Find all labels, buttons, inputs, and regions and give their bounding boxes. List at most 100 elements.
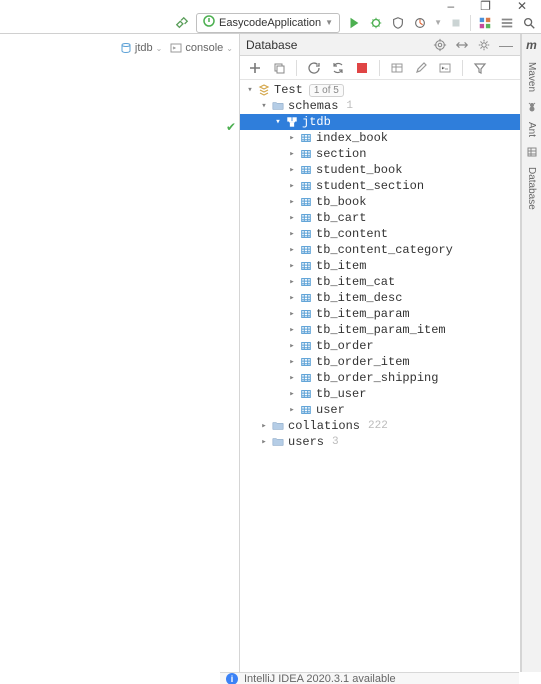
chevron-right-icon: ▸ bbox=[286, 245, 298, 255]
tree-table-label: tb_cart bbox=[316, 211, 366, 225]
tree-table-label: student_book bbox=[316, 163, 402, 177]
build-hammer-icon[interactable] bbox=[174, 15, 190, 31]
add-icon[interactable] bbox=[246, 59, 264, 77]
stop-icon[interactable] bbox=[353, 59, 371, 77]
search-icon[interactable] bbox=[521, 15, 537, 31]
tree-table[interactable]: ▸tb_order_item bbox=[240, 354, 520, 370]
left-panel: jtdb ⌄ console ⌄ ✔ bbox=[0, 34, 240, 672]
ant-tab[interactable]: Ant bbox=[526, 118, 537, 141]
database-icon[interactable] bbox=[525, 145, 539, 159]
tree-table[interactable]: ▸user bbox=[240, 402, 520, 418]
chevron-right-icon: ▸ bbox=[286, 165, 298, 175]
database-panel: Database — bbox=[240, 34, 521, 672]
maven-tab[interactable]: Maven bbox=[526, 58, 537, 96]
minimize-button[interactable]: – bbox=[447, 0, 454, 12]
chevron-right-icon: ▸ bbox=[258, 421, 270, 431]
tree-collations-label: collations bbox=[288, 419, 360, 433]
tree-table[interactable]: ▸section bbox=[240, 146, 520, 162]
tree-schema-label: jtdb bbox=[302, 115, 331, 129]
tree-table[interactable]: ▸tb_item_param bbox=[240, 306, 520, 322]
table-icon bbox=[298, 387, 314, 401]
tree-table[interactable]: ▸ student_book bbox=[240, 162, 520, 178]
chevron-down-icon: ⌄ bbox=[156, 44, 163, 53]
database-tab[interactable]: Database bbox=[526, 163, 537, 214]
chevron-down-icon: ▼ bbox=[325, 18, 333, 27]
tree-table[interactable]: ▸tb_content_category bbox=[240, 242, 520, 258]
tree-table-label: user bbox=[316, 403, 345, 417]
git-branch-icon[interactable] bbox=[477, 15, 493, 31]
edit-icon[interactable] bbox=[412, 59, 430, 77]
tree-table[interactable]: ▸tb_cart bbox=[240, 210, 520, 226]
jtdb-tab-label: jtdb bbox=[135, 42, 153, 54]
database-tree[interactable]: ▾ Test 1 of 5 ▾ schemas 1 ▾ bbox=[240, 80, 520, 672]
schema-icon bbox=[284, 115, 300, 129]
run-button[interactable] bbox=[346, 15, 362, 31]
tree-table[interactable]: ▸tb_book bbox=[240, 194, 520, 210]
chevron-down-icon: ▾ bbox=[258, 101, 270, 111]
tree-table[interactable]: ▸index_book bbox=[240, 130, 520, 146]
table-view-icon[interactable] bbox=[388, 59, 406, 77]
tree-collations-count: 222 bbox=[368, 420, 388, 432]
tree-table[interactable]: ▸tb_item bbox=[240, 258, 520, 274]
tree-collations[interactable]: ▸ collations 222 bbox=[240, 418, 520, 434]
duplicate-icon[interactable] bbox=[270, 59, 288, 77]
settings-icon[interactable] bbox=[499, 15, 515, 31]
tree-table[interactable]: ▸tb_item_desc bbox=[240, 290, 520, 306]
tree-table-label: student_section bbox=[316, 179, 424, 193]
maven-icon[interactable]: m bbox=[526, 36, 537, 54]
tree-root[interactable]: ▾ Test 1 of 5 bbox=[240, 82, 520, 98]
notification-text: IntelliJ IDEA 2020.3.1 available bbox=[244, 673, 396, 684]
tree-table[interactable]: ▸student_section bbox=[240, 178, 520, 194]
stop-button[interactable] bbox=[448, 15, 464, 31]
tree-table[interactable]: ▸tb_order_shipping bbox=[240, 370, 520, 386]
tree-users[interactable]: ▸ users 3 bbox=[240, 434, 520, 450]
chevron-down-icon: ⌄ bbox=[226, 44, 233, 53]
close-button[interactable]: ✕ bbox=[517, 0, 527, 12]
tree-table-label: tb_item_desc bbox=[316, 291, 402, 305]
run-configuration-selector[interactable]: EasycodeApplication ▼ bbox=[196, 13, 340, 33]
table-icon bbox=[298, 339, 314, 353]
console-tab[interactable]: console ⌄ bbox=[170, 42, 233, 54]
folder-icon bbox=[270, 99, 286, 113]
refresh-icon[interactable] bbox=[305, 59, 323, 77]
chevron-down-icon: ▾ bbox=[244, 85, 256, 95]
filter-icon[interactable] bbox=[471, 59, 489, 77]
tree-schemas-label: schemas bbox=[288, 99, 338, 113]
gear-icon[interactable] bbox=[476, 37, 492, 53]
table-icon bbox=[298, 243, 314, 257]
hide-icon[interactable]: — bbox=[498, 37, 514, 53]
table-icon bbox=[298, 259, 314, 273]
tree-schemas-count: 1 bbox=[346, 100, 353, 112]
tree-schema-jtdb[interactable]: ▾ jtdb bbox=[240, 114, 520, 130]
chevron-right-icon: ▸ bbox=[286, 357, 298, 367]
jtdb-tab[interactable]: jtdb ⌄ bbox=[120, 42, 162, 54]
tree-table[interactable]: ▸tb_item_param_item bbox=[240, 322, 520, 338]
datasource-icon bbox=[256, 83, 272, 97]
maximize-button[interactable]: ❐ bbox=[480, 0, 491, 12]
table-icon bbox=[298, 403, 314, 417]
ant-icon[interactable] bbox=[525, 100, 539, 114]
coverage-button[interactable] bbox=[390, 15, 406, 31]
split-icon[interactable] bbox=[454, 37, 470, 53]
chevron-right-icon: ▸ bbox=[286, 341, 298, 351]
target-icon[interactable] bbox=[432, 37, 448, 53]
tree-schemas[interactable]: ▾ schemas 1 bbox=[240, 98, 520, 114]
tree-table[interactable]: ▸tb_item_cat bbox=[240, 274, 520, 290]
tree-table[interactable]: ▸tb_content bbox=[240, 226, 520, 242]
chevron-right-icon: ▸ bbox=[286, 277, 298, 287]
console-icon[interactable] bbox=[436, 59, 454, 77]
sync-icon[interactable] bbox=[329, 59, 347, 77]
database-toolbar bbox=[240, 56, 520, 80]
tree-table-label: tb_item bbox=[316, 259, 366, 273]
tree-table[interactable]: ▸tb_user bbox=[240, 386, 520, 402]
tree-table[interactable]: ▸tb_order bbox=[240, 338, 520, 354]
chevron-right-icon: ▸ bbox=[286, 373, 298, 383]
check-icon: ✔ bbox=[226, 120, 236, 134]
main-toolbar: EasycodeApplication ▼ ▼ bbox=[0, 12, 541, 34]
notification-bar[interactable]: i IntelliJ IDEA 2020.3.1 available bbox=[220, 672, 519, 684]
spring-boot-icon bbox=[203, 15, 215, 30]
tree-table-label: tb_content bbox=[316, 227, 388, 241]
panel-title: Database bbox=[246, 38, 426, 52]
profile-button[interactable] bbox=[412, 15, 428, 31]
debug-button[interactable] bbox=[368, 15, 384, 31]
